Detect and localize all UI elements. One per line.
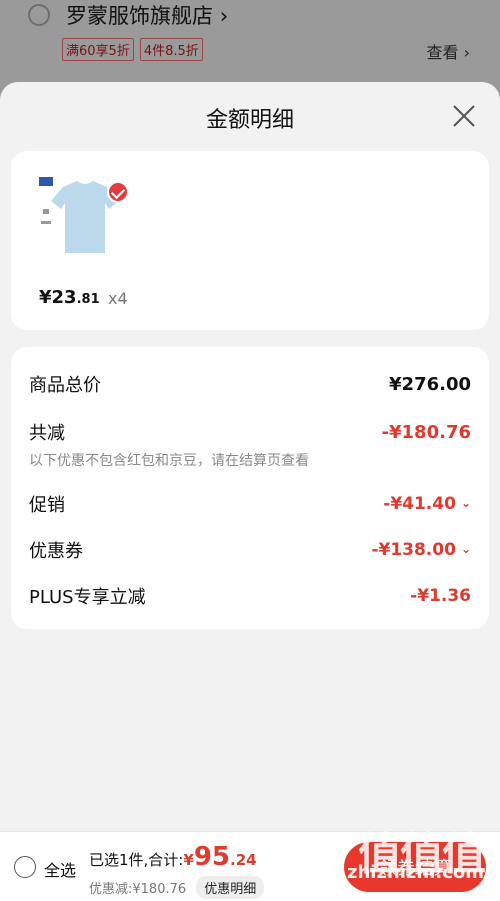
checkout-button[interactable]: 领券结算: [344, 842, 486, 892]
discount-label: 促销: [29, 495, 65, 516]
discount-summary: 优惠减:¥180.76 优惠明细: [89, 876, 265, 899]
summary-card: 商品总价 ¥276.00 共减 -¥180.76 以下优惠不包含红包和京豆，请在…: [11, 347, 489, 629]
selected-check-icon[interactable]: [107, 181, 129, 203]
sheet-title: 金额明细: [205, 108, 294, 133]
discount-amount: -¥41.40: [383, 494, 456, 514]
reduce-note: 以下优惠不包含红包和京豆，请在结算页查看: [29, 453, 309, 469]
discount-text: 优惠减:¥180.76: [89, 882, 187, 897]
amount-detail-sheet: 金额明细 ¥23.81 x4 商品总价 ¥276.00 共减 -¥180.76 …: [0, 82, 500, 901]
shop-name-text: 罗蒙服饰旗舰店: [66, 4, 213, 28]
selection-summary: 已选1件,合计:¥95.24: [89, 842, 257, 872]
shop-select-radio[interactable]: [28, 4, 50, 26]
price-int: 23: [51, 287, 77, 308]
discount-label: 优惠券: [29, 541, 83, 562]
price-dec: .81: [76, 292, 100, 307]
select-all-label[interactable]: 全选: [44, 857, 76, 881]
discount-row-coupon[interactable]: 优惠券 -¥138.00 ⌄: [29, 537, 471, 563]
total-int: 95: [193, 842, 230, 872]
discount-row-plus: PLUS专享立减 -¥1.36: [29, 583, 471, 609]
reduce-row: 共减 -¥180.76: [29, 419, 471, 445]
reduce-label: 共减: [29, 423, 65, 444]
checkout-bar: 全选 已选1件,合计:¥95.24 优惠减:¥180.76 优惠明细 领券结算: [0, 831, 500, 901]
close-icon[interactable]: [450, 102, 478, 130]
total-symbol: ¥: [183, 851, 194, 869]
currency-symbol: ¥: [39, 287, 52, 308]
chevron-down-icon[interactable]: ⌄: [461, 496, 471, 510]
product-quantity: x4: [108, 289, 128, 308]
chevron-right-icon: ›: [219, 4, 229, 28]
discount-amount: -¥138.00: [371, 540, 456, 560]
reduce-value: -¥180.76: [381, 421, 471, 443]
total-row: 商品总价 ¥276.00: [29, 371, 471, 397]
total-value: ¥276.00: [389, 373, 471, 395]
product-price: ¥23.81: [39, 287, 100, 308]
promo-tag: 满60享5折: [62, 38, 134, 61]
total-dec: .24: [230, 851, 257, 869]
promo-tag: 4件8.5折: [139, 38, 203, 61]
shop-name[interactable]: 罗蒙服饰旗舰店 ›: [66, 0, 228, 30]
discount-label: PLUS专享立减: [29, 587, 146, 608]
discount-value: -¥41.40 ⌄: [383, 494, 471, 514]
total-label: 商品总价: [29, 375, 101, 396]
discount-value: -¥138.00 ⌄: [371, 540, 471, 560]
promo-tags: 满60享5折 4件8.5折: [62, 38, 203, 61]
view-link[interactable]: 查看 ›: [427, 39, 471, 63]
chevron-down-icon[interactable]: ⌄: [461, 542, 471, 556]
discount-value: -¥1.36: [410, 586, 471, 606]
select-all-radio[interactable]: [14, 856, 36, 878]
selected-text: 已选1件,合计:: [89, 851, 184, 869]
discount-detail-button[interactable]: 优惠明细: [196, 876, 265, 899]
discount-row-promotion[interactable]: 促销 -¥41.40 ⌄: [29, 491, 471, 517]
product-card: ¥23.81 x4: [11, 151, 489, 330]
